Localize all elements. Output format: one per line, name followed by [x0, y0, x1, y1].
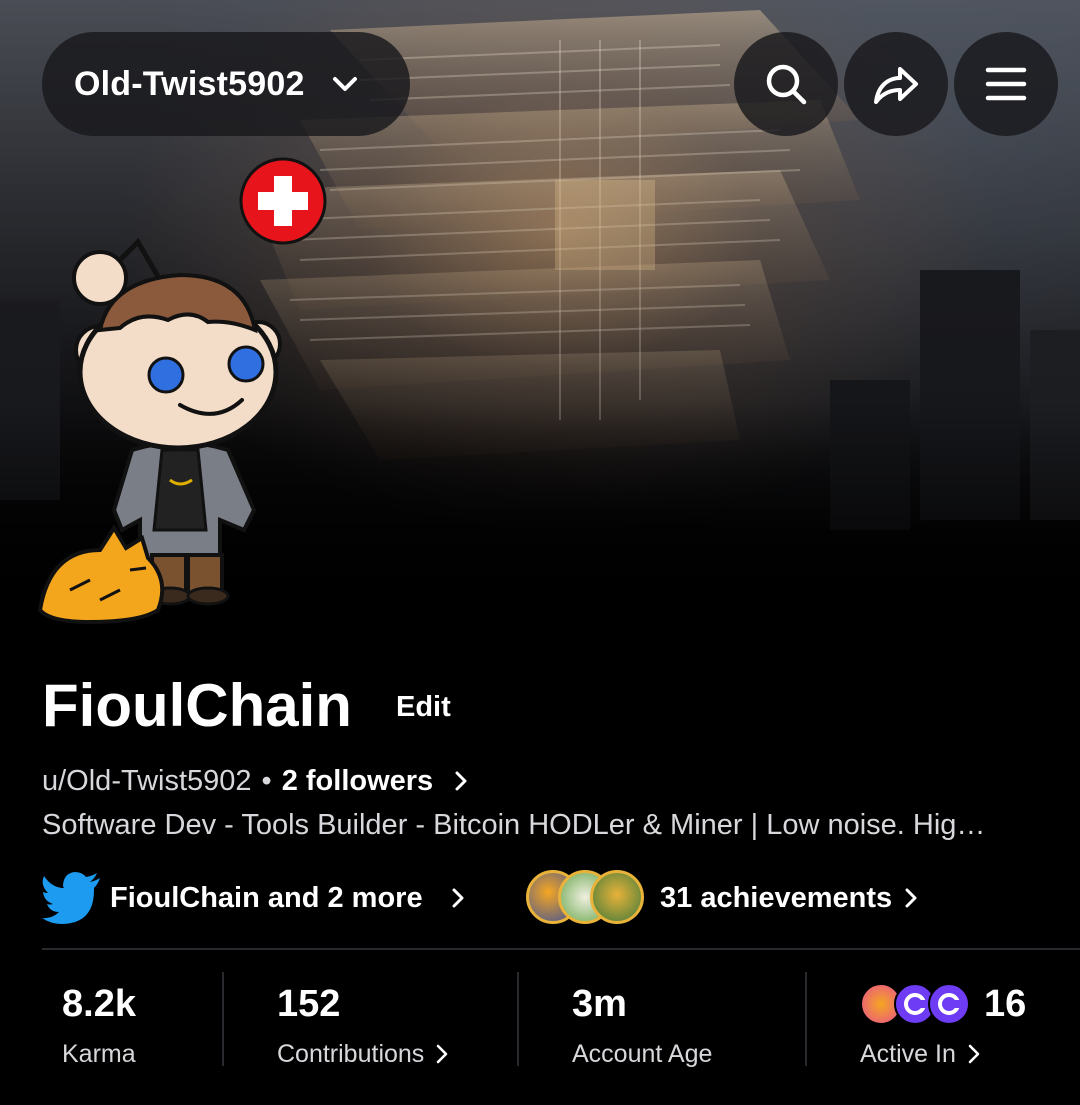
social-links-label: FioulChain and 2 more	[110, 881, 423, 914]
divider	[42, 948, 1080, 950]
stat-separator	[805, 972, 807, 1066]
menu-button[interactable]	[954, 32, 1058, 136]
display-name: FioulChain	[42, 672, 352, 739]
account-switcher-label: Old-Twist5902	[74, 64, 305, 103]
contributions-label: Contributions	[277, 1040, 425, 1068]
community-icon	[928, 983, 970, 1025]
karma-value: 8.2k	[62, 983, 136, 1025]
stat-separator	[222, 972, 224, 1066]
stat-contributions[interactable]: 152 Contributions	[277, 980, 448, 1072]
contributions-value: 152	[277, 983, 341, 1025]
share-button[interactable]	[844, 32, 948, 136]
achievement-badges	[526, 868, 650, 928]
search-icon	[766, 64, 807, 105]
search-button[interactable]	[734, 32, 838, 136]
account-age-value: 3m	[572, 983, 627, 1025]
achievements-label: 31 achievements	[660, 881, 893, 914]
stat-separator	[517, 972, 519, 1066]
account-age-label: Account Age	[572, 1040, 713, 1068]
karma-label: Karma	[62, 1040, 136, 1068]
chevron-right-icon	[455, 771, 467, 791]
stat-active-in[interactable]: 16 Active In	[860, 980, 1026, 1072]
separator-dot: •	[261, 765, 272, 797]
profile-bio: Software Dev - Tools Builder - Bitcoin H…	[42, 809, 986, 841]
stat-account-age: 3m Account Age	[572, 980, 712, 1072]
username: u/Old-Twist5902	[42, 765, 252, 797]
share-icon	[874, 67, 918, 104]
twitter-bird-icon	[42, 872, 100, 924]
stat-karma: 8.2k Karma	[62, 980, 136, 1072]
chevron-right-icon	[905, 888, 917, 908]
active-in-value: 16	[984, 983, 1027, 1025]
achievements-link[interactable]: 31 achievements	[526, 868, 918, 928]
social-links[interactable]: FioulChain and 2 more	[42, 870, 465, 926]
account-switcher[interactable]: Old-Twist5902	[42, 32, 410, 136]
profile-meta: u/Old-Twist5902 • 2 followers	[42, 762, 469, 800]
snoo-avatar	[37, 157, 327, 625]
chevron-right-icon	[452, 888, 464, 908]
edit-profile-button[interactable]: Edit	[396, 688, 451, 726]
swiss-flag-icon	[239, 157, 327, 245]
chevron-right-icon	[437, 1044, 448, 1064]
cat-icon	[37, 524, 165, 625]
active-in-label: Active In	[860, 1040, 956, 1068]
chevron-down-icon	[332, 77, 357, 91]
menu-icon	[985, 67, 1027, 101]
achievement-badge-icon	[590, 870, 644, 924]
followers-link[interactable]: 2 followers	[282, 762, 434, 800]
chevron-right-icon	[968, 1044, 980, 1064]
